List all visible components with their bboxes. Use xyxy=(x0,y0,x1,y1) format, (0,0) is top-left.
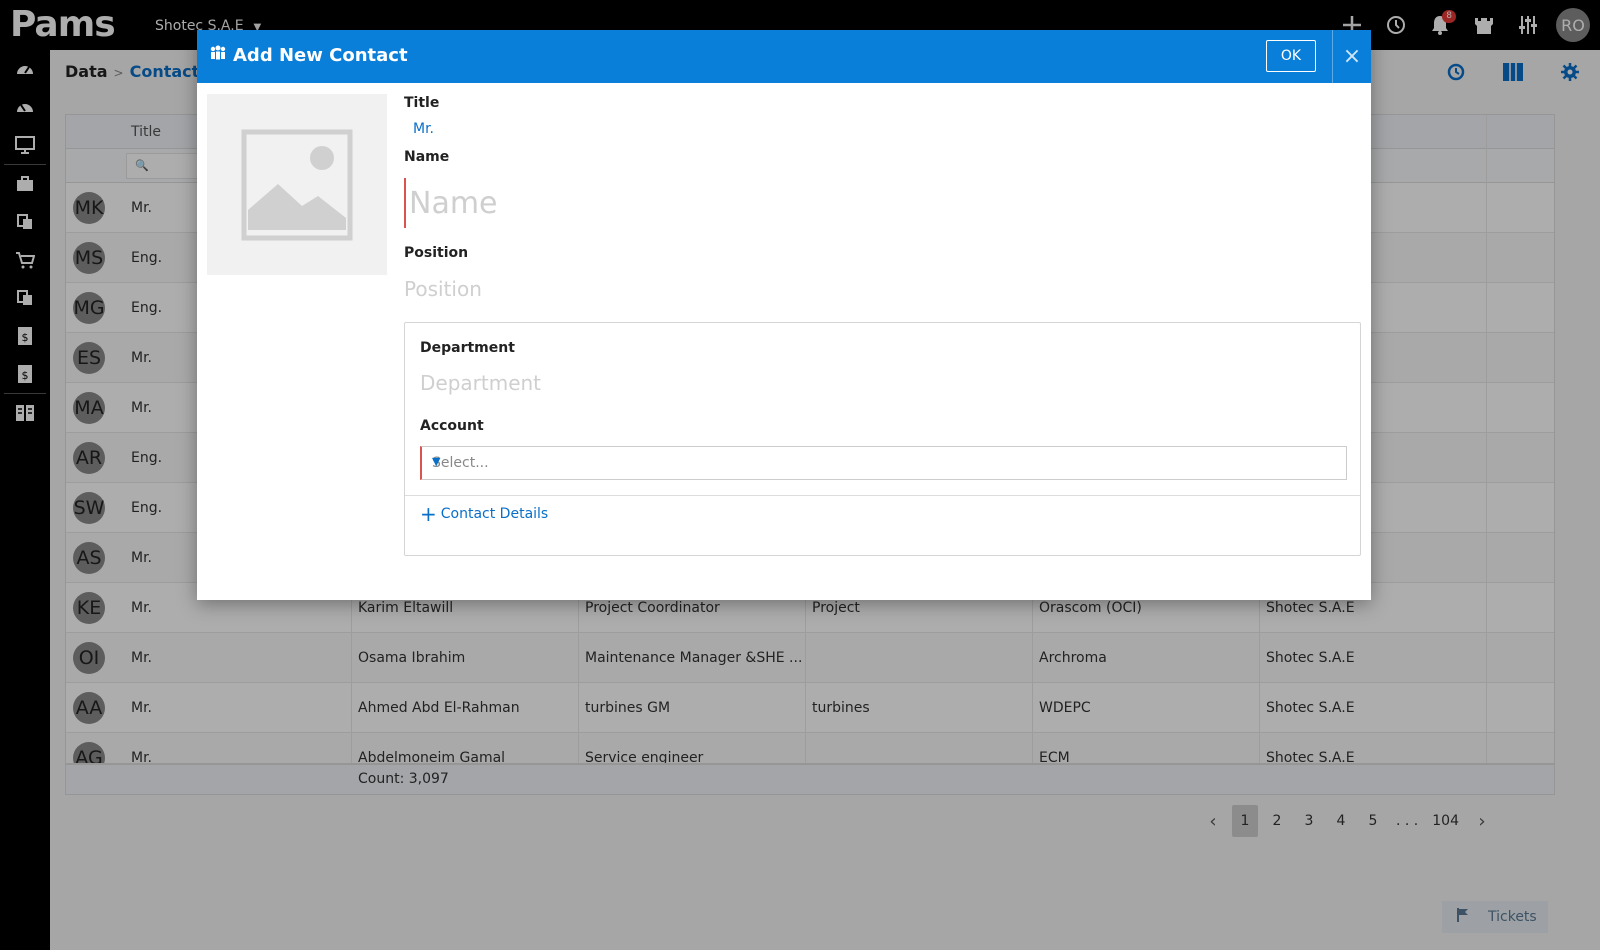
plus-icon: + xyxy=(420,502,437,526)
name-label: Name xyxy=(404,149,450,165)
position-input[interactable]: Position xyxy=(404,277,482,301)
contacts-icon xyxy=(209,45,227,66)
panel-divider xyxy=(405,495,1360,496)
title-label: Title xyxy=(404,95,440,111)
account-select[interactable]: Select... ▼ xyxy=(420,446,1347,480)
ok-button[interactable]: OK xyxy=(1266,40,1316,72)
contact-panel: Department Department Account Select... … xyxy=(404,322,1361,556)
title-select[interactable]: Mr. xyxy=(413,121,434,137)
close-icon[interactable]: × xyxy=(1332,30,1371,83)
contact-details-toggle[interactable]: + Contact Details xyxy=(420,502,549,526)
dropdown-arrow-icon: ▼ xyxy=(432,455,441,468)
department-label: Department xyxy=(420,340,515,356)
name-placeholder: Name xyxy=(409,185,498,221)
contact-photo-placeholder[interactable] xyxy=(207,94,387,275)
dialog-title-text: Add New Contact xyxy=(233,45,408,66)
dialog-title: Add New Contact xyxy=(209,45,408,66)
account-label: Account xyxy=(420,418,484,434)
dialog-header: Add New Contact OK × xyxy=(197,30,1371,83)
department-input[interactable]: Department xyxy=(420,371,541,395)
contact-details-label: Contact Details xyxy=(440,506,549,522)
position-label: Position xyxy=(404,245,469,261)
add-contact-dialog: Add New Contact OK × Title Mr. Name Name… xyxy=(197,30,1371,600)
name-input[interactable]: Name xyxy=(404,178,904,228)
image-placeholder-icon xyxy=(241,129,353,240)
